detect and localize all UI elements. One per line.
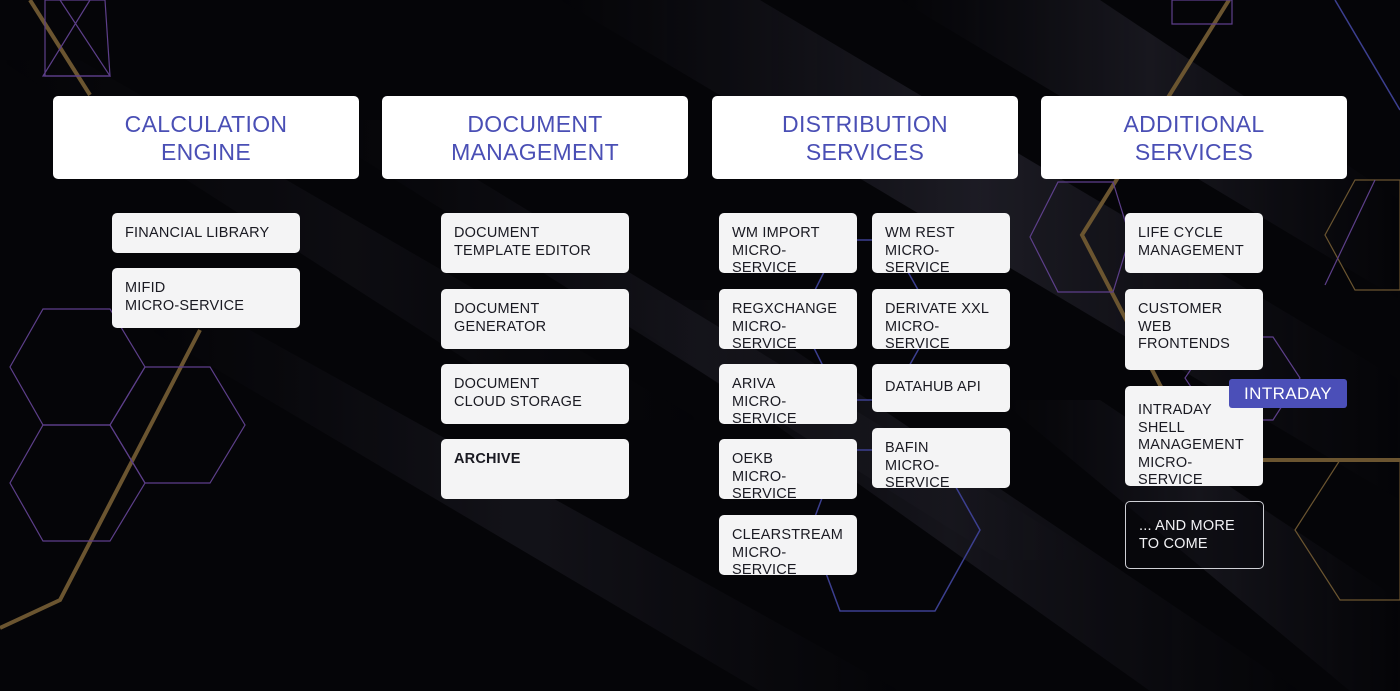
service-card-financial-library: FINANCIAL LIBRARY <box>112 213 300 253</box>
service-card-datahub-api: DATAHUB API <box>872 364 1010 412</box>
service-card-wm-rest: WM REST MICRO-SERVICE <box>872 213 1010 276</box>
column-header-additional-services: ADDITIONAL SERVICES <box>1041 96 1347 179</box>
service-card-life-cycle-management: LIFE CYCLE MANAGEMENT <box>1125 213 1263 273</box>
service-architecture-diagram: CALCULATION ENGINE FINANCIAL LIBRARY MIF… <box>0 0 1400 691</box>
service-card-oekb: OEKB MICRO-SERVICE <box>719 439 857 502</box>
service-card-regxchange: REGXCHANGE MICRO-SERVICE <box>719 289 857 352</box>
service-card-clearstream: CLEARSTREAM MICRO-SERVICE <box>719 515 857 578</box>
column-header-calculation-engine: CALCULATION ENGINE <box>53 96 359 179</box>
service-card-ariva: ARIVA MICRO-SERVICE <box>719 364 857 427</box>
service-card-derivate-xxl: DERIVATE XXL MICRO-SERVICE <box>872 289 1010 352</box>
service-card-bafin: BAFIN MICRO-SERVICE <box>872 428 1010 491</box>
service-card-archive: ARCHIVE <box>441 439 629 499</box>
service-card-wm-import: WM IMPORT MICRO-SERVICE <box>719 213 857 276</box>
intraday-badge: INTRADAY <box>1229 379 1347 408</box>
service-card-document-template-editor: DOCUMENT TEMPLATE EDITOR <box>441 213 629 273</box>
service-card-document-generator: DOCUMENT GENERATOR <box>441 289 629 349</box>
column-header-document-management: DOCUMENT MANAGEMENT <box>382 96 688 179</box>
column-header-distribution-services: DISTRIBUTION SERVICES <box>712 96 1018 179</box>
service-card-and-more-to-come: ... AND MORE TO COME <box>1125 501 1264 569</box>
service-card-customer-web-frontends: CUSTOMER WEB FRONTENDS <box>1125 289 1263 370</box>
service-card-document-cloud-storage: DOCUMENT CLOUD STORAGE <box>441 364 629 424</box>
service-card-mifid-micro-service: MIFID MICRO-SERVICE <box>112 268 300 328</box>
